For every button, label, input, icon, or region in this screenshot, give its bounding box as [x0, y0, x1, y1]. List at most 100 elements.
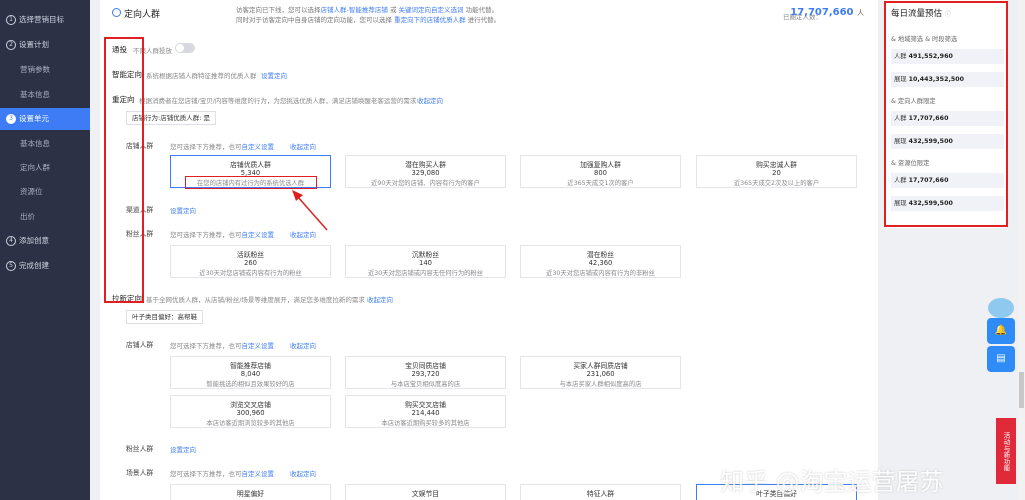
sidebar-item-bid[interactable]: 出价: [0, 206, 90, 228]
step-number: 2: [6, 40, 16, 50]
card-desc: 近365天成交2次及以上的客户: [733, 180, 820, 187]
scrollbar-thumb[interactable]: [1019, 372, 1024, 408]
sidebar-item-label: 资源位: [20, 187, 43, 196]
note-text: 您可选择下方推荐，也可: [170, 342, 242, 350]
card-potential-buyers[interactable]: 潜在购买人群 329,080 近90天对您的店铺、内容有行为的客户: [345, 155, 506, 188]
audience-count: 17,707,660 人: [790, 7, 864, 18]
card-buyer-similar-store[interactable]: 买家人群同质店铺 231,060 与本店买家人群相似度高的店: [520, 356, 681, 389]
custom-setting-link[interactable]: 自定义设置: [242, 143, 275, 151]
card-title: 潜在购买人群: [405, 161, 446, 169]
retarget-channel-link[interactable]: 设置定向: [170, 205, 196, 215]
expand-scene-collapse[interactable]: 收起定向: [290, 468, 316, 478]
card-title: 店铺优质人群: [230, 161, 271, 169]
custom-setting-link[interactable]: 自定义设置: [242, 342, 275, 350]
bell-icon[interactable]: 🔔: [987, 318, 1015, 344]
card-desc: 与本店宝贝相似度高的店: [390, 381, 461, 388]
sidebar-item-label: 设置单元: [19, 114, 49, 123]
notice-link-smart-store[interactable]: 店铺人群-智能推荐店铺: [321, 6, 388, 14]
chat-icon[interactable]: ▤: [987, 346, 1015, 372]
card-title: 购买忠诚人群: [756, 161, 797, 169]
card-smart-store[interactable]: 智能推荐店铺 8,040 智能挑选的相似且效果较好的店: [170, 356, 331, 389]
card-browse-cross-store[interactable]: 浏览交叉店铺 300,960 本店访客近期浏览较多的其他店: [170, 395, 331, 428]
card-purchase-cross-store[interactable]: 购买交叉店铺 214,440 本店访客近期购买较多的其他店: [345, 395, 506, 428]
card-title: 沉默粉丝: [411, 251, 440, 259]
audience-count-unit: 人: [857, 9, 864, 17]
sidebar-item-marketing-params[interactable]: 营销参数: [0, 59, 90, 81]
card-star-pref[interactable]: 明星偏好: [170, 484, 331, 500]
note-text: 您可选择下方推荐，也可: [170, 470, 242, 478]
card-potential-fans[interactable]: 潜在粉丝 42,360 近30天对您店铺或内容有行为的非粉丝: [520, 245, 681, 278]
retarget-collapse-link[interactable]: 收起定向: [417, 95, 443, 105]
sidebar-step-1[interactable]: 1 选择营销目标: [0, 9, 90, 31]
sidebar-step-3[interactable]: 3 设置单元: [0, 108, 90, 130]
card-title: 加强复购人群: [580, 161, 621, 169]
card-desc: 近30天对您店铺或内容有行为的非粉丝: [546, 270, 655, 277]
annotation-box-panel: [884, 1, 1008, 227]
app-root: 1 选择营销目标 2 设置计划 营销参数 基本信息 3 设置单元 基本信息 定向人群 …: [0, 0, 1025, 500]
notice-link-keyword[interactable]: 关键词定向自定义选词: [399, 6, 464, 14]
custom-setting-link[interactable]: 自定义设置: [242, 470, 275, 478]
expand-store-label: 店铺人群: [126, 341, 154, 349]
card-value: 214,440: [411, 409, 440, 417]
sidebar-item-label: 设置计划: [19, 40, 49, 49]
card-feature-crowd[interactable]: 特征人群: [520, 484, 681, 500]
sidebar-item-label: 基本信息: [20, 139, 50, 148]
card-desc: 近365天成交1次的客户: [567, 180, 634, 187]
card-value: 800: [594, 169, 607, 177]
card-repurchase[interactable]: 加强复购人群 800 近365天成交1次的客户: [520, 155, 681, 188]
card-value: 300,960: [236, 409, 265, 417]
step-number: 5: [6, 261, 16, 271]
smart-note: 系统根据店铺人群特征推荐的优质人群: [146, 72, 257, 80]
expand-store-note: 您可选择下方推荐，也可自定义设置: [170, 340, 274, 350]
scrollbar[interactable]: [1018, 0, 1025, 500]
card-title: 购买交叉店铺: [405, 401, 446, 409]
card-entertainment[interactable]: 文娱节目: [345, 484, 506, 500]
sidebar-item-label: 定向人群: [20, 163, 50, 172]
sidebar-item-resource[interactable]: 资源位: [0, 181, 90, 203]
card-title: 明星偏好: [236, 490, 265, 498]
card-title: 潜在粉丝: [586, 251, 615, 259]
expand-fans-label: 粉丝人群: [126, 445, 154, 453]
sidebar-step-4[interactable]: 4 添加创意: [0, 230, 90, 252]
notice-text: 访客定向已下线，您可以选择店铺人群-智能推荐店铺 或 关键词定向自定义选词 功能…: [236, 5, 616, 25]
card-active-fans[interactable]: 活跃粉丝 260 近30天对您店铺或内容有行为的粉丝: [170, 245, 331, 278]
mascot-icon: [988, 298, 1014, 318]
tongtou-toggle[interactable]: [175, 43, 195, 53]
sidebar: 1 选择营销目标 2 设置计划 营销参数 基本信息 3 设置单元 基本信息 定向人群 …: [0, 0, 90, 500]
smart-set-link[interactable]: 设置定向: [261, 70, 287, 80]
annotation-box-left: [104, 37, 144, 303]
watermark: 知乎 @淘宝运营屠苏: [720, 468, 944, 496]
card-silent-fans[interactable]: 沉默粉丝 140 近30天对您店铺或内容无任何行为的粉丝: [345, 245, 506, 278]
expand-note: 基于全网优质人群，从店铺/粉丝/场景等维度展开，满足您多维度拉新的需求: [146, 296, 365, 304]
card-desc: 近30天对您店铺或内容无任何行为的粉丝: [367, 270, 484, 277]
expand-collapse-link[interactable]: 收起定向: [367, 294, 393, 304]
expand-selected-tag[interactable]: 叶子类目偏好：高帮鞋: [126, 310, 203, 324]
page-title: 定向人群: [124, 10, 161, 20]
sidebar-item-unit-basic[interactable]: 基本信息: [0, 133, 90, 155]
sidebar-item-plan-basic[interactable]: 基本信息: [0, 84, 90, 106]
retarget-store-note: 您可选择下方推荐，也可自定义设置: [170, 141, 274, 151]
expand-store-collapse[interactable]: 收起定向: [290, 340, 316, 350]
expand-fans-link[interactable]: 设置定向: [170, 444, 196, 454]
card-value: 140: [419, 259, 432, 267]
custom-setting-link[interactable]: 自定义设置: [242, 231, 275, 239]
sidebar-step-5[interactable]: 5 完成创建: [0, 255, 90, 277]
sidebar-item-label: 营销参数: [20, 65, 50, 74]
sidebar-item-targeting[interactable]: 定向人群: [0, 157, 90, 179]
card-value: 20: [772, 169, 781, 177]
sidebar-step-2[interactable]: 2 设置计划: [0, 34, 90, 56]
card-title: 特征人群: [586, 490, 615, 498]
card-value: 293,720: [411, 370, 440, 378]
card-title: 文娱节目: [411, 490, 440, 498]
expand-scene-label: 场景人群: [126, 469, 154, 477]
card-loyal[interactable]: 购买忠诚人群 20 近365天成交2次及以上的客户: [696, 155, 857, 188]
card-desc: 近90天对您的店铺、内容有行为的客户: [371, 180, 480, 187]
step-number: 1: [6, 15, 16, 25]
target-icon: [112, 8, 121, 17]
retarget-store-collapse[interactable]: 收起定向: [290, 141, 316, 151]
promo-tab[interactable]: 活动与新功能: [996, 418, 1016, 484]
notice-segment: 访客定向已下线，您可以选择: [236, 6, 321, 14]
card-value: 231,060: [586, 370, 615, 378]
notice-link-retarget[interactable]: 重定向下的店铺优质人群: [394, 16, 466, 24]
card-item-similar-store[interactable]: 宝贝同质店铺 293,720 与本店宝贝相似度高的店: [345, 356, 506, 389]
